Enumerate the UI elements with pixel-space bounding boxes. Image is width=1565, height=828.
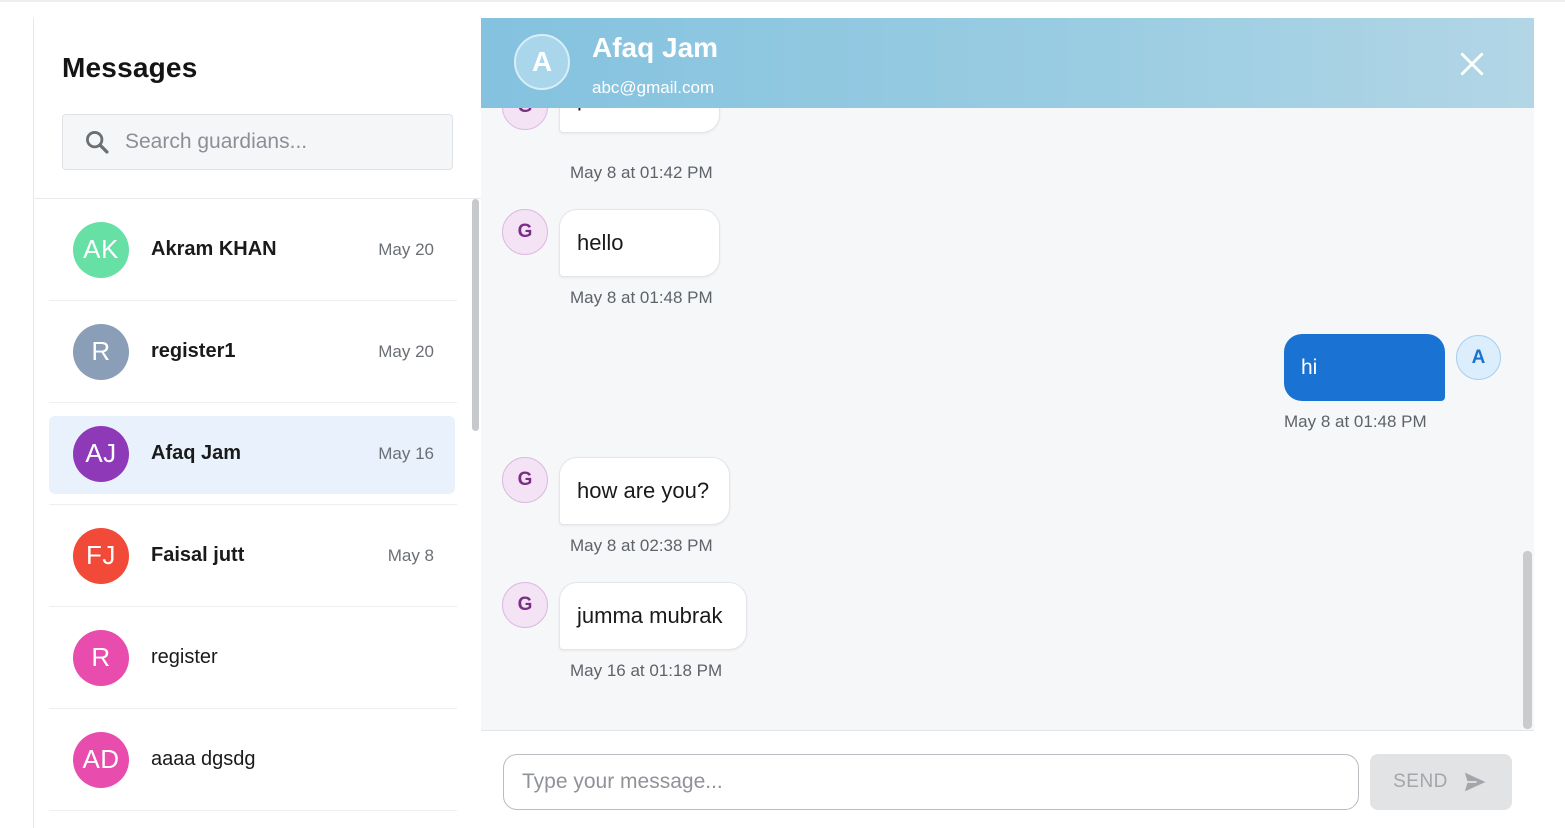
search-box[interactable]: [62, 114, 453, 170]
message-timestamp: May 8 at 01:48 PM: [1284, 412, 1427, 431]
message-timestamp: May 8 at 01:42 PM: [570, 163, 713, 182]
chat-contact-name: Afaq Jam: [592, 32, 719, 63]
contact-list: AK Akram KHAN May 20 R register1 May 20 …: [49, 199, 457, 811]
contact-item-register[interactable]: R register: [49, 607, 457, 709]
chat-contact-email: abc@gmail.com: [592, 78, 715, 97]
message-input[interactable]: [503, 754, 1359, 810]
message-list[interactable]: G portal May 8 at 01:42 PM G hello May 8…: [481, 108, 1534, 730]
contact-name: register1: [151, 340, 236, 362]
contact-name: Afaq Jam: [151, 442, 242, 464]
message-bubble: how are you?: [559, 457, 730, 525]
chat-panel: A Afaq Jam abc@gmail.com G portal May 8 …: [481, 18, 1534, 828]
avatar: R: [73, 323, 129, 380]
message-timestamp: May 8 at 02:38 PM: [570, 536, 713, 555]
sender-avatar: G: [502, 457, 548, 503]
avatar: AD: [73, 731, 129, 788]
contact-item-register1[interactable]: R register1 May 20: [49, 301, 457, 403]
header-avatar: A: [514, 34, 570, 90]
sidebar-scrollbar-thumb[interactable]: [472, 199, 479, 431]
avatar: AJ: [73, 425, 129, 482]
contact-date: May 16: [378, 443, 434, 463]
contact-date: May 8: [387, 545, 434, 565]
message-composer: SEND: [481, 730, 1534, 828]
chat-header: A Afaq Jam abc@gmail.com: [481, 18, 1534, 108]
send-label: SEND: [1393, 771, 1448, 792]
chat-scrollbar-thumb[interactable]: [1523, 551, 1532, 729]
message-timestamp: May 8 at 01:48 PM: [570, 288, 713, 307]
sidebar-scrollbar[interactable]: [472, 199, 480, 828]
search-icon: [86, 131, 109, 154]
avatar: FJ: [73, 527, 129, 584]
sidebar-title: Messages: [62, 52, 198, 83]
sender-avatar: A: [1456, 335, 1501, 380]
message-bubble: jumma mubrak: [559, 582, 747, 650]
contact-item-akram-khan[interactable]: AK Akram KHAN May 20: [49, 199, 457, 301]
contact-name: register: [151, 646, 218, 668]
send-button[interactable]: SEND: [1370, 754, 1512, 810]
contact-name: Faisal jutt: [151, 544, 245, 566]
sender-avatar: G: [502, 582, 548, 628]
contact-item-faisal-jutt[interactable]: FJ Faisal jutt May 8: [49, 505, 457, 607]
top-border: [0, 0, 1565, 2]
avatar: AK: [73, 221, 129, 278]
search-input[interactable]: [125, 130, 452, 154]
contact-name: aaaa dgsdg: [151, 748, 256, 770]
conversation-sidebar: Messages AK Akram KHAN May 20 R register…: [33, 18, 482, 828]
message-timestamp: May 16 at 01:18 PM: [570, 661, 723, 680]
contact-item-aaaa-dgsdg[interactable]: AD aaaa dgsdg: [49, 709, 457, 811]
contact-item-afaq-jam[interactable]: AJ Afaq Jam May 16: [49, 403, 457, 505]
avatar: R: [73, 629, 129, 686]
close-icon[interactable]: [1459, 51, 1485, 77]
sender-avatar: G: [502, 209, 548, 255]
message-bubble: hello: [559, 209, 720, 277]
contact-date: May 20: [378, 341, 434, 361]
message-bubble: hi: [1284, 334, 1445, 401]
sender-avatar: G: [502, 108, 548, 130]
contact-name: Akram KHAN: [151, 238, 277, 260]
message-bubble: portal: [559, 108, 720, 133]
send-icon: [1462, 770, 1489, 794]
contact-date: May 20: [378, 239, 434, 259]
